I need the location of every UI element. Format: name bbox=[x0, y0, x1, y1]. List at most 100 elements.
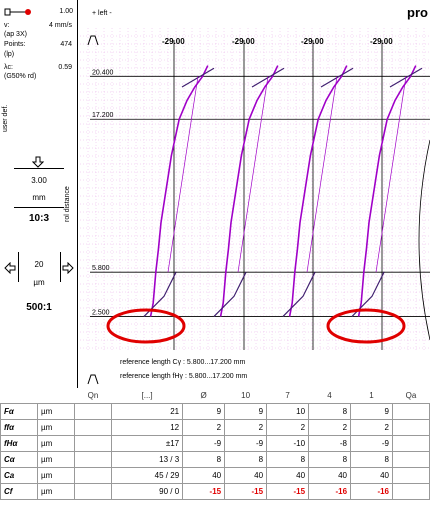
table-row: fHα µm ±17 -9 -9 -10 -8 -9 bbox=[0, 435, 430, 452]
column-value-label: -29.00 bbox=[301, 37, 324, 46]
row-value: 40 bbox=[266, 467, 310, 484]
reference-length-1: reference length Cγ : 5.800...17.200 mm bbox=[120, 359, 246, 366]
row-blank bbox=[392, 403, 430, 420]
row-blank bbox=[392, 483, 430, 500]
param-label: (lp) bbox=[4, 51, 15, 58]
table-header-row: Qn [...] Ø 10 7 4 1 Qa bbox=[0, 388, 430, 404]
param-value: 474 bbox=[60, 41, 72, 48]
expand-right-arrow-icon bbox=[62, 262, 74, 274]
col-header: 7 bbox=[266, 388, 309, 404]
row-value: -9 bbox=[182, 435, 226, 452]
expand-left-arrow-icon bbox=[4, 262, 16, 274]
row-value: 8 bbox=[224, 451, 268, 468]
evaluation-line bbox=[167, 76, 199, 273]
col-header: Qn bbox=[74, 388, 112, 404]
param-row: λc: 0.59 bbox=[4, 64, 76, 73]
row-value: -9 bbox=[224, 435, 268, 452]
row-label: ffα bbox=[0, 419, 38, 436]
y-tick-label: 20.400 bbox=[92, 69, 114, 76]
profile-chart-svg: 20.400 17.200 5.800 2.500 -29.00 -29.00 -29.00… bbox=[80, 28, 430, 385]
param-label: v: bbox=[4, 22, 10, 29]
highlight-circle bbox=[326, 308, 406, 344]
param-row: (lp) bbox=[4, 51, 76, 60]
evaluation-line bbox=[375, 76, 407, 273]
y-tick-label: 2.500 bbox=[92, 309, 110, 316]
row-nominal: 12 bbox=[110, 419, 184, 436]
row-unit: µm bbox=[37, 451, 75, 468]
row-unit: µm bbox=[37, 467, 75, 484]
profile-chart: 20.400 17.200 5.800 2.500 -29.00 -29.00 -29.00… bbox=[78, 0, 430, 388]
row-value: 8 bbox=[308, 403, 352, 420]
profile-curve bbox=[149, 65, 209, 317]
nominal-curve bbox=[282, 271, 316, 317]
row-value: -9 bbox=[350, 435, 393, 452]
row-value: 9 bbox=[350, 403, 393, 420]
column-value-label: -29.00 bbox=[232, 37, 255, 46]
row-nominal: 21 bbox=[110, 403, 184, 420]
param-label: (ap 3X) bbox=[4, 31, 27, 38]
row-value: -8 bbox=[308, 435, 352, 452]
row-value: 40 bbox=[224, 467, 268, 484]
user-def-label: user def. bbox=[2, 104, 9, 132]
row-value: 8 bbox=[308, 451, 352, 468]
hscale-value: 20 bbox=[34, 260, 44, 269]
roll-distance-label: rol distance bbox=[64, 186, 71, 222]
param-row: (ap 3X) bbox=[4, 31, 76, 40]
row-label: Fα bbox=[0, 403, 38, 420]
row-unit: µm bbox=[37, 419, 75, 436]
param-label: (G50% rd) bbox=[4, 73, 37, 80]
row-blank bbox=[392, 435, 430, 452]
col-header: 1 bbox=[350, 388, 393, 404]
row-value: 2 bbox=[308, 419, 352, 436]
col-header: 4 bbox=[308, 388, 351, 404]
row-value: 2 bbox=[266, 419, 310, 436]
evaluation-line bbox=[237, 76, 269, 273]
row-value: 8 bbox=[350, 451, 393, 468]
column-value-label: -29.00 bbox=[162, 37, 185, 46]
row-value: 10 bbox=[266, 403, 310, 420]
row-value: 40 bbox=[350, 467, 393, 484]
y-tick-label: 5.800 bbox=[92, 265, 110, 272]
row-value: -16 bbox=[308, 483, 352, 500]
vscale-unit: mm bbox=[32, 193, 46, 202]
profile-curve bbox=[357, 65, 417, 317]
row-value: 40 bbox=[308, 467, 352, 484]
table-row: Cα µm 13 / 388888 bbox=[0, 451, 430, 468]
table-row: Fα µm 21 9 9 10 8 9 bbox=[0, 403, 430, 420]
row-blank bbox=[392, 467, 430, 484]
y-tick-label: 17.200 bbox=[92, 112, 114, 119]
row-blank bbox=[74, 419, 112, 436]
row-label: Ca bbox=[0, 467, 38, 484]
parameter-panel: 1.00 v: 4 mm/s (ap 3X) Points: 474 (lp) λc… bbox=[0, 0, 78, 388]
row-value: -15 bbox=[266, 483, 310, 500]
param-value: 4 mm/s bbox=[49, 22, 72, 29]
param-row: (G50% rd) bbox=[4, 73, 76, 82]
row-value: 9 bbox=[182, 403, 226, 420]
col-header: Ø bbox=[182, 388, 225, 404]
evaluation-line bbox=[306, 76, 338, 273]
vscale-value: 3.00 bbox=[31, 176, 47, 185]
hscale-ratio: 500:1 bbox=[26, 302, 52, 313]
row-value: 2 bbox=[350, 419, 393, 436]
row-label: Cf bbox=[0, 483, 38, 500]
row-value: 8 bbox=[266, 451, 310, 468]
col-header bbox=[0, 388, 38, 404]
vscale-ratio: 10:3 bbox=[28, 213, 49, 224]
param-row: Points: 474 bbox=[4, 41, 76, 50]
row-unit: µm bbox=[37, 435, 75, 452]
nominal-curve bbox=[213, 271, 247, 317]
col-header: [...] bbox=[111, 388, 183, 404]
table-row: Cf µm 90 / 0 -15 -15 -15 -16 -16 bbox=[0, 483, 430, 500]
row-unit: µm bbox=[37, 403, 75, 420]
row-nominal: 45 / 29 bbox=[110, 467, 184, 484]
page-title: pro bbox=[407, 5, 428, 20]
table-row: ffα µm 12 2 2 2 2 2 bbox=[0, 419, 430, 436]
profile-type-icon bbox=[87, 35, 99, 46]
row-label: fHα bbox=[0, 435, 38, 452]
column-value-label: -29.00 bbox=[370, 37, 393, 46]
left-label: + left - bbox=[92, 10, 112, 17]
base-circle-arc bbox=[418, 139, 430, 341]
col-header: Qa bbox=[392, 388, 430, 404]
row-blank bbox=[74, 467, 112, 484]
param-label: Points: bbox=[4, 41, 26, 48]
